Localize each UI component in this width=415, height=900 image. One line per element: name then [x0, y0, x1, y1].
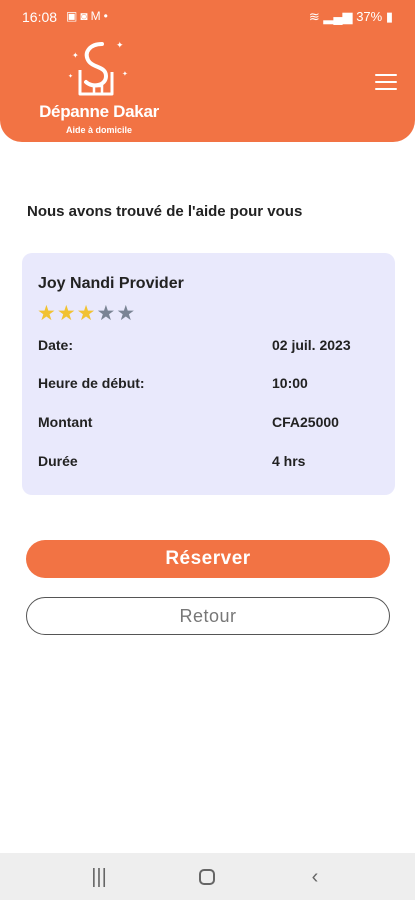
back-button[interactable]: Retour	[26, 597, 390, 635]
detail-value: 02 juil. 2023	[272, 337, 351, 353]
brand-name: Dépanne Dakar	[39, 102, 159, 121]
image-icon: ▣	[66, 9, 81, 23]
beam-icon: ◙	[80, 9, 91, 23]
reserve-button[interactable]: Réserver	[26, 540, 390, 578]
star-icon: ★	[76, 302, 97, 325]
brand-tagline: Aide à domicile	[65, 125, 133, 135]
provider-name: Joy Nandi Provider	[38, 275, 184, 292]
detail-label: Durée	[38, 453, 78, 469]
hamburger-menu-icon[interactable]	[375, 74, 397, 90]
detail-label: Heure de début:	[38, 375, 145, 391]
star-icon: ★	[96, 302, 117, 325]
app-header: ✦ ✦ ✦ ✦ Dépanne Dakar Aide à domicile	[0, 32, 415, 142]
system-nav-bar: ||| ‹	[0, 853, 415, 900]
detail-label: Date:	[38, 337, 74, 353]
dot-icon: •	[103, 9, 111, 23]
star-icon: ★	[56, 302, 77, 325]
rating-stars: ★★★★★	[37, 303, 136, 324]
battery-text: 37%	[356, 9, 383, 24]
svg-text:✦: ✦	[72, 51, 79, 60]
recent-apps-icon[interactable]: |||	[86, 865, 112, 889]
house-logo-icon: ✦ ✦ ✦ ✦	[68, 41, 128, 96]
detail-value: 4 hrs	[272, 453, 306, 469]
svg-text:✦: ✦	[116, 41, 124, 51]
status-bar: 16:08 ▣◙M• ≋ ▂▄▆ 37% ▮	[0, 0, 415, 32]
page-headline: Nous avons trouvé de l'aide pour vous	[27, 203, 303, 220]
brand-logo[interactable]: ✦ ✦ ✦ ✦ Dépanne Dakar Aide à domicile	[26, 34, 172, 138]
svg-text:✦: ✦	[122, 70, 128, 78]
detail-label: Montant	[38, 414, 93, 430]
wifi-icon: ≋	[308, 9, 320, 24]
provider-card: Joy Nandi Provider ★★★★★ Date: 02 juil. …	[22, 253, 395, 495]
signal-icon: ▂▄▆	[323, 9, 353, 24]
home-icon[interactable]	[194, 865, 220, 889]
status-time: 16:08	[22, 9, 58, 25]
back-icon[interactable]: ‹	[302, 865, 328, 889]
star-icon: ★	[37, 302, 57, 325]
battery-icon: ▮	[385, 9, 393, 24]
status-right: ≋ ▂▄▆ 37% ▮	[309, 9, 393, 25]
star-icon: ★	[116, 302, 137, 325]
svg-text:✦: ✦	[68, 73, 73, 80]
detail-value: CFA25000	[272, 414, 339, 430]
notification-icons: ▣◙M•	[66, 9, 111, 23]
detail-value: 10:00	[272, 375, 308, 391]
gmail-icon: M	[90, 9, 104, 23]
